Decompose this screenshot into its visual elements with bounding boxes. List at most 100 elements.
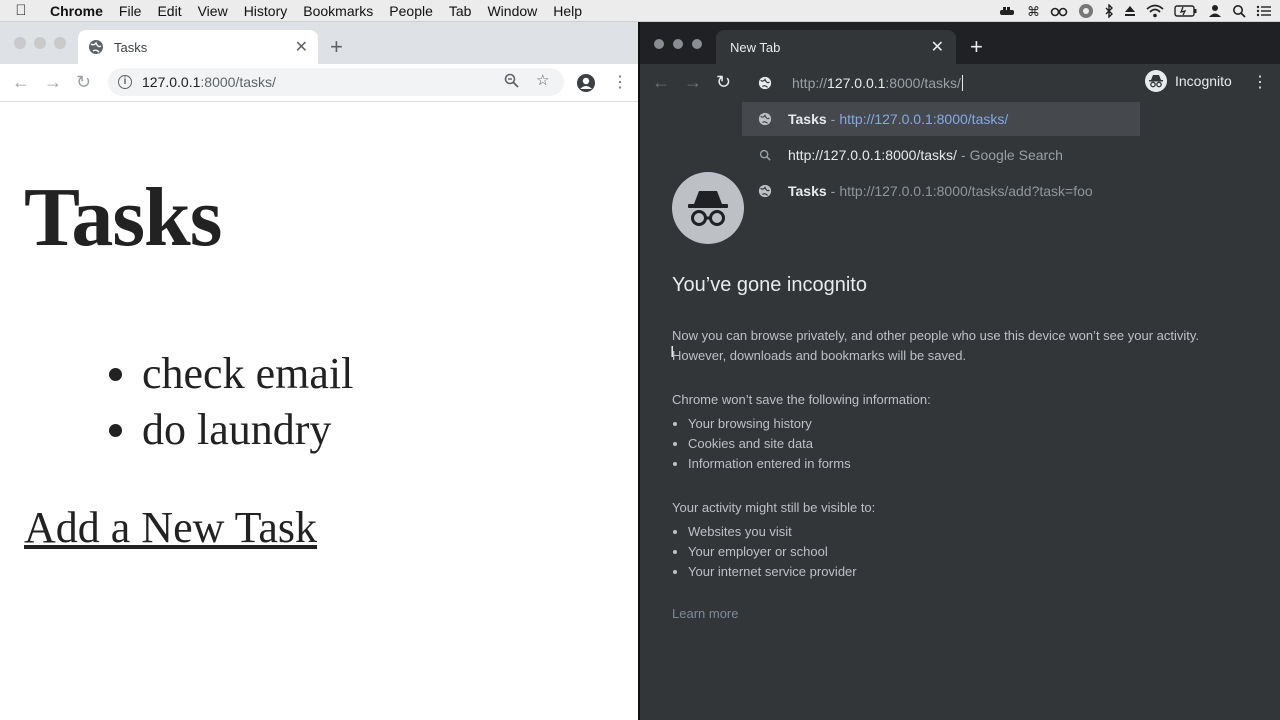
- visible-heading: Your activity might still be visible to:: [672, 500, 876, 515]
- text-caret: [961, 75, 963, 91]
- spotlight-search-icon[interactable]: [1232, 4, 1246, 18]
- left-browser-window: Tasks ✕ + ← → ↻ i 127.0.0.1:8000/tasks/ …: [0, 22, 638, 720]
- left-tab-strip: Tasks ✕ +: [0, 22, 638, 64]
- suggestion-title: Tasks: [788, 111, 827, 127]
- intro-text-line1: Now you can browse privately, and other …: [672, 328, 1200, 343]
- search-icon: [759, 149, 771, 161]
- menu-tab[interactable]: Tab: [441, 3, 480, 19]
- intro-text-line2: However, downloads and bookmarks will be…: [672, 348, 967, 363]
- right-window-controls: [654, 39, 702, 49]
- suggestion-title: http://127.0.0.1:8000/tasks/: [788, 147, 957, 163]
- menu-bookmarks[interactable]: Bookmarks: [295, 3, 381, 19]
- menu-help[interactable]: Help: [545, 3, 590, 19]
- suggestion-separator: -: [960, 147, 966, 163]
- hexagon-app-icon[interactable]: [1078, 3, 1094, 19]
- new-tab-button[interactable]: +: [970, 34, 983, 60]
- bookmark-star-icon[interactable]: ☆: [536, 71, 549, 89]
- tab-tasks[interactable]: Tasks ✕: [78, 30, 318, 64]
- omnibox-suggestion[interactable]: http://127.0.0.1:8000/tasks/ - Google Se…: [742, 138, 1140, 172]
- address-bar[interactable]: http://127.0.0.1:8000/tasks/: [792, 69, 1168, 97]
- list-item: do laundry: [142, 402, 353, 458]
- globe-icon: [758, 184, 772, 198]
- suggestion-url: http://127.0.0.1:8000/tasks/add?task=foo: [839, 183, 1093, 199]
- zoom-window-button[interactable]: [692, 39, 702, 49]
- menu-edit[interactable]: Edit: [149, 3, 189, 19]
- suggestion-separator: -: [830, 183, 836, 199]
- menu-kebab-icon[interactable]: ⋮: [1252, 74, 1268, 92]
- tab-new-tab[interactable]: New Tab ✕: [716, 30, 956, 64]
- reload-icon[interactable]: ↻: [716, 72, 731, 92]
- forward-arrow-icon[interactable]: →: [44, 72, 62, 92]
- new-tab-button[interactable]: +: [330, 34, 343, 60]
- text-cursor-icon: I: [670, 344, 675, 361]
- close-tab-icon[interactable]: ✕: [295, 37, 308, 57]
- left-window-controls: [14, 37, 66, 49]
- learn-more-link[interactable]: Learn more: [672, 606, 738, 621]
- site-info-icon[interactable]: i: [118, 75, 132, 89]
- close-tab-icon[interactable]: ✕: [931, 37, 944, 57]
- eject-icon[interactable]: [1124, 5, 1136, 17]
- apple-menu-icon[interactable]: : [0, 2, 42, 19]
- minimize-window-button[interactable]: [34, 37, 46, 49]
- suggestion-separator: -: [830, 111, 836, 127]
- menu-history[interactable]: History: [236, 3, 296, 19]
- minimize-window-button[interactable]: [673, 39, 683, 49]
- suggestion-source: Google Search: [969, 147, 1063, 163]
- suggestion-title: Tasks: [788, 183, 827, 199]
- menu-kebab-icon[interactable]: ⋮: [612, 72, 628, 92]
- incognito-heading: You’ve gone incognito: [672, 274, 867, 296]
- url-host: 127.0.0.1: [142, 74, 201, 90]
- incognito-logo-icon: [672, 172, 744, 244]
- zoom-icon[interactable]: [504, 73, 519, 92]
- left-toolbar: ← → ↻ i 127.0.0.1:8000/tasks/ ☆ ⋮: [0, 64, 638, 102]
- incognito-label: Incognito: [1175, 73, 1232, 89]
- globe-icon: [758, 112, 772, 126]
- command-icon[interactable]: ⌘: [1026, 4, 1040, 18]
- page-title: Tasks: [24, 171, 222, 264]
- user-icon[interactable]: [1208, 4, 1222, 18]
- zoom-window-button[interactable]: [54, 37, 66, 49]
- suggestion-url: http://127.0.0.1:8000/tasks/: [839, 111, 1009, 127]
- battery-icon[interactable]: [1174, 4, 1198, 18]
- omnibox-suggestion[interactable]: Tasks - http://127.0.0.1:8000/tasks/add?…: [742, 174, 1140, 208]
- globe-icon: [89, 40, 103, 54]
- back-arrow-icon[interactable]: ←: [12, 72, 30, 92]
- menu-view[interactable]: View: [190, 3, 236, 19]
- wifi-icon[interactable]: [1146, 4, 1164, 18]
- url-path: :8000/tasks/: [885, 75, 961, 91]
- wont-save-heading: Chrome won’t save the following informat…: [672, 392, 931, 407]
- incognito-badge[interactable]: Incognito: [1145, 70, 1232, 92]
- url-scheme: http://: [792, 75, 828, 91]
- list-item: Your employer or school: [688, 542, 857, 562]
- macos-menubar:  Chrome File Edit View History Bookmark…: [0, 0, 1280, 22]
- profile-avatar-icon[interactable]: [576, 73, 596, 93]
- close-window-button[interactable]: [654, 39, 664, 49]
- tasks-page: Tasks check email do laundry Add a New T…: [0, 102, 638, 720]
- reload-icon[interactable]: ↻: [76, 72, 91, 92]
- right-toolbar: ← → ↻ http://127.0.0.1:8000/tasks/ Incog…: [640, 64, 1280, 104]
- menubar-status-area: ⌘: [998, 0, 1272, 22]
- right-incognito-window: New Tab ✕ + ← → ↻ http://127.0.0.1:8000/…: [640, 22, 1280, 720]
- notification-center-icon[interactable]: [1256, 4, 1272, 18]
- omnibox-suggestion[interactable]: Tasks - http://127.0.0.1:8000/tasks/: [742, 102, 1140, 136]
- close-window-button[interactable]: [14, 37, 26, 49]
- visible-list: Websites you visit Your employer or scho…: [672, 522, 857, 582]
- menu-app-chrome[interactable]: Chrome: [42, 3, 111, 19]
- list-item: Your internet service provider: [688, 562, 857, 582]
- list-item: Your browsing history: [688, 414, 851, 434]
- add-task-link[interactable]: Add a New Task: [24, 502, 317, 553]
- list-item: Websites you visit: [688, 522, 857, 542]
- list-item: Cookies and site data: [688, 434, 851, 454]
- incognito-icon: [1145, 70, 1167, 92]
- glasses-icon[interactable]: [1050, 4, 1068, 18]
- docker-icon[interactable]: [998, 4, 1016, 18]
- back-arrow-icon[interactable]: ←: [652, 72, 670, 92]
- list-item: check email: [142, 346, 353, 402]
- address-bar[interactable]: i 127.0.0.1:8000/tasks/ ☆: [108, 68, 564, 96]
- menu-window[interactable]: Window: [479, 3, 545, 19]
- menu-people[interactable]: People: [381, 3, 441, 19]
- bluetooth-icon[interactable]: [1104, 4, 1114, 18]
- globe-icon: [758, 76, 772, 90]
- forward-arrow-icon[interactable]: →: [684, 72, 702, 92]
- menu-file[interactable]: File: [111, 3, 150, 19]
